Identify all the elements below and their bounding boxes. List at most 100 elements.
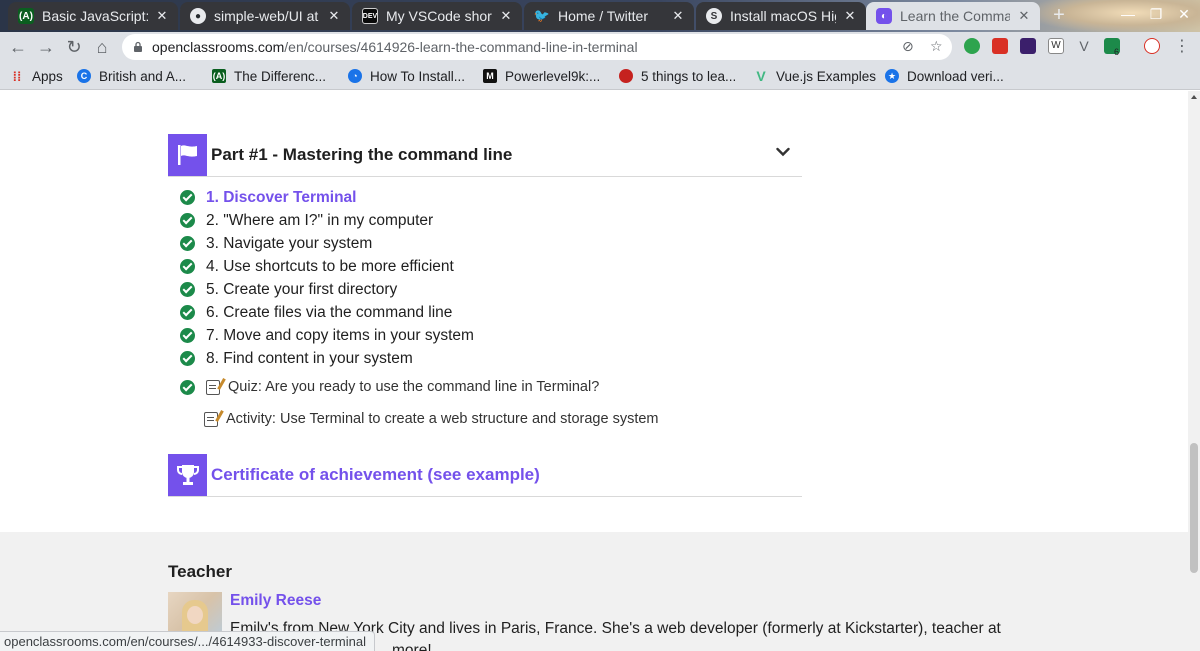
tab-twitter[interactable]: 🐦 Home / Twitter ✕ xyxy=(524,2,694,30)
tab-strip: (A) Basic JavaScript: Ac ✕ ● simple-web/… xyxy=(0,0,1200,32)
link-status-bar: openclassrooms.com/en/courses/.../461493… xyxy=(0,631,376,651)
activity-link[interactable]: Activity: Use Terminal to create a web s… xyxy=(204,411,659,427)
check-circle-icon xyxy=(180,190,195,205)
twitter-icon: 🐦 xyxy=(533,8,551,23)
certificate-header[interactable]: Certificate of achievement (see example) xyxy=(168,453,802,497)
chapter-link[interactable]: 1. Discover Terminal xyxy=(180,186,474,209)
chapter-title: 8. Find content in your system xyxy=(206,349,413,367)
close-icon[interactable]: ✕ xyxy=(670,8,686,24)
check-circle-icon xyxy=(180,305,195,320)
extension-v-icon[interactable]: V xyxy=(1076,38,1092,54)
apps-grid-icon: ⁞⁞ xyxy=(12,68,22,84)
tab-title: Learn the Comman xyxy=(900,8,1010,24)
close-icon[interactable]: ✕ xyxy=(154,8,170,24)
dictionary-icon: C xyxy=(77,69,91,83)
teacher-name-link[interactable]: Emily Reese xyxy=(230,592,321,610)
chapter-title: 3. Navigate your system xyxy=(206,234,373,252)
chapter-link[interactable]: 4. Use shortcuts to be more efficient xyxy=(180,255,474,278)
bookmark-british-american[interactable]: C British and A... xyxy=(77,67,186,85)
freecodecamp-icon: (A) xyxy=(212,69,226,83)
chapter-title: 5. Create your first directory xyxy=(206,280,398,298)
profile-avatar-icon[interactable] xyxy=(1144,38,1160,54)
quiz-link[interactable]: Quiz: Are you ready to use the command l… xyxy=(180,379,599,395)
forward-icon[interactable]: → xyxy=(34,35,58,59)
close-icon[interactable]: ✕ xyxy=(1016,8,1032,24)
quiz-title: Quiz: Are you ready to use the command l… xyxy=(228,379,600,395)
tab-basic-javascript[interactable]: (A) Basic JavaScript: Ac ✕ xyxy=(8,2,178,30)
bookmark-the-difference[interactable]: (A) The Differenc... xyxy=(212,67,326,85)
address-bar[interactable]: openclassrooms.com /en/courses/4614926-l… xyxy=(122,34,952,60)
vue-icon: V xyxy=(756,68,766,84)
home-icon[interactable]: ⌂ xyxy=(90,35,114,59)
chapter-title: 2. "Where am I?" in my computer xyxy=(206,211,434,229)
extension-w-icon[interactable]: W xyxy=(1048,38,1064,54)
bookmark-powerlevel9k[interactable]: M Powerlevel9k:... xyxy=(483,67,600,85)
chapter-link[interactable]: 6. Create files via the command line xyxy=(180,301,474,324)
bookmark-5-things[interactable]: 5 things to lea... xyxy=(619,67,736,85)
scroll-up-icon[interactable] xyxy=(1191,95,1197,99)
memo-icon xyxy=(206,379,220,395)
url-path: /en/courses/4614926-learn-the-command-li… xyxy=(284,39,638,55)
page-scrollbar[interactable] xyxy=(1188,91,1200,651)
new-tab-button[interactable]: + xyxy=(1048,4,1070,26)
lock-icon xyxy=(134,41,142,52)
scrollbar-thumb[interactable] xyxy=(1190,443,1198,573)
tab-learn-command-line[interactable]: ◐ Learn the Comman ✕ xyxy=(866,2,1040,30)
check-circle-icon xyxy=(180,282,195,297)
tab-simple-web[interactable]: ● simple-web/UI at m ✕ xyxy=(180,2,350,30)
minimize-icon[interactable]: — xyxy=(1118,6,1138,22)
bookmark-label: Powerlevel9k:... xyxy=(505,68,601,84)
bookmark-label: How To Install... xyxy=(370,68,466,84)
openclassrooms-icon: ◐ xyxy=(876,8,892,24)
check-circle-icon xyxy=(180,351,195,366)
close-window-icon[interactable]: ✕ xyxy=(1174,6,1194,23)
bookmark-label: British and A... xyxy=(99,68,187,84)
chapter-link[interactable]: 7. Move and copy items in your system xyxy=(180,324,474,347)
chevron-down-icon[interactable] xyxy=(776,147,790,157)
reload-icon[interactable]: ↻ xyxy=(62,35,86,59)
chapter-link[interactable]: 2. "Where am I?" in my computer xyxy=(180,209,474,232)
chapter-title: 6. Create files via the command line xyxy=(206,303,453,321)
close-icon[interactable]: ✕ xyxy=(326,8,342,24)
tab-title: Install macOS High xyxy=(730,8,836,24)
flag-icon xyxy=(168,133,207,176)
bookmark-label: The Differenc... xyxy=(234,68,327,84)
extension-shield-icon[interactable]: 6 xyxy=(1104,38,1120,57)
tab-title: My VSCode shortcu xyxy=(386,8,492,24)
check-circle-icon xyxy=(180,259,195,274)
bookmark-download-verify[interactable]: ★ Download veri... xyxy=(885,67,1004,85)
github-icon: ● xyxy=(190,8,206,24)
tab-title: Home / Twitter xyxy=(558,8,648,24)
tab-title: simple-web/UI at m xyxy=(214,8,320,24)
teacher-heading: Teacher xyxy=(168,562,232,581)
globe-icon: S xyxy=(706,8,722,24)
activity-title: Activity: Use Terminal to create a web s… xyxy=(226,411,659,427)
bookmark-vue-examples[interactable]: V Vue.js Examples xyxy=(754,67,876,85)
tab-install-macos[interactable]: S Install macOS High ✕ xyxy=(696,2,866,30)
check-circle-icon xyxy=(180,379,195,395)
maximize-icon[interactable]: ❐ xyxy=(1146,6,1166,23)
extension-red-icon[interactable] xyxy=(992,38,1008,54)
bookmark-apps[interactable]: ⁞⁞ Apps xyxy=(10,67,63,85)
memo-icon xyxy=(204,411,218,427)
bookmark-label: 5 things to lea... xyxy=(641,68,737,84)
chapter-link[interactable]: 8. Find content in your system xyxy=(180,347,474,370)
bookmark-star-icon[interactable]: ☆ xyxy=(930,38,943,55)
star-badge-icon: ★ xyxy=(885,69,899,83)
part-header[interactable]: Part #1 - Mastering the command line xyxy=(168,133,802,177)
chapter-title: 7. Move and copy items in your system xyxy=(206,326,474,344)
close-icon[interactable]: ✕ xyxy=(498,8,514,24)
back-icon[interactable]: ← xyxy=(6,35,30,59)
chapter-title: 4. Use shortcuts to be more efficient xyxy=(206,257,454,275)
tab-vscode-shortcuts[interactable]: DEV My VSCode shortcu ✕ xyxy=(352,2,522,30)
translate-icon[interactable]: ⊘ xyxy=(902,38,914,55)
menu-kebab-icon[interactable]: ⋮ xyxy=(1170,35,1194,59)
chapter-link[interactable]: 5. Create your first directory xyxy=(180,278,474,301)
chapter-link[interactable]: 3. Navigate your system xyxy=(180,232,474,255)
extension-purple-icon[interactable] xyxy=(1020,38,1036,54)
extension-green-icon[interactable] xyxy=(964,38,980,54)
page-content: Part #1 - Mastering the command line 1. … xyxy=(0,91,1188,651)
bookmark-how-to-install[interactable]: ◔ How To Install... xyxy=(348,67,465,85)
url-host: openclassrooms.com xyxy=(152,39,285,55)
close-icon[interactable]: ✕ xyxy=(842,8,858,24)
